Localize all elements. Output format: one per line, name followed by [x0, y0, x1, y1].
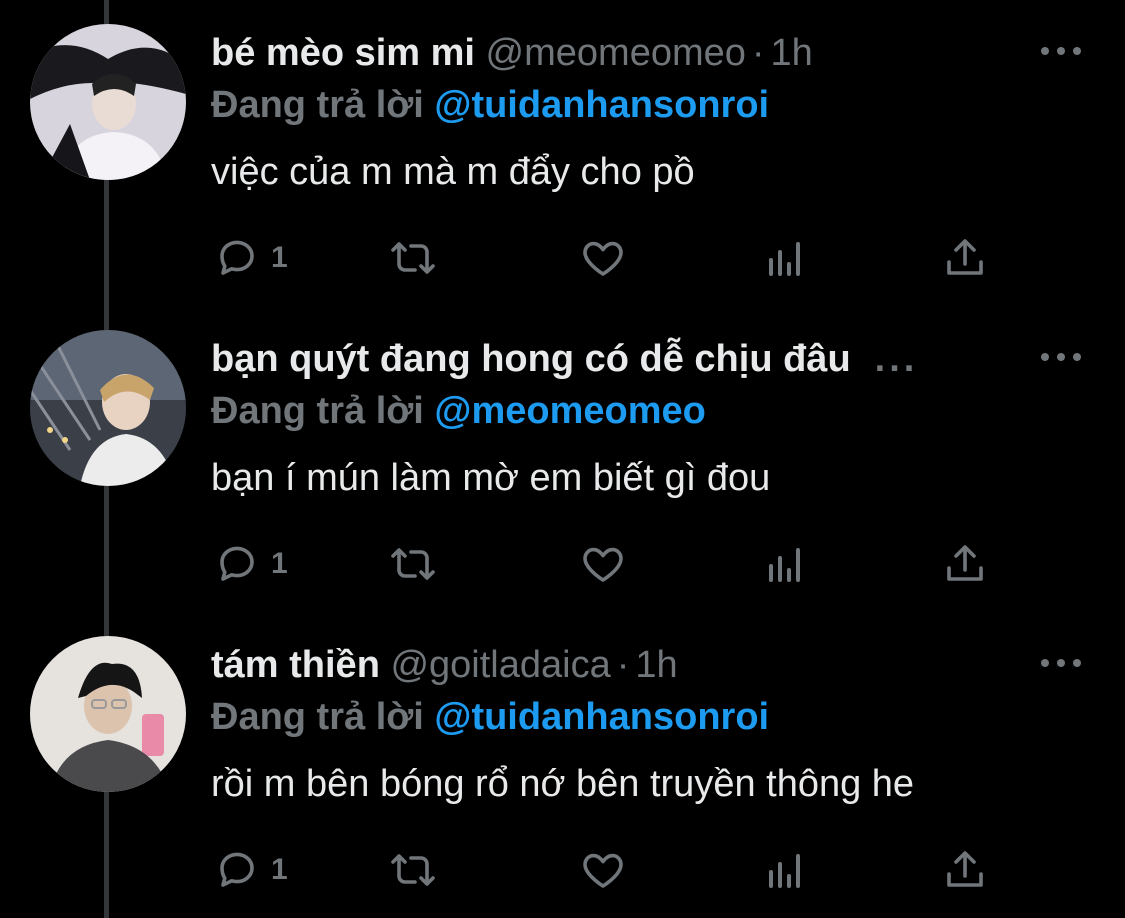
share-upload-icon [947, 239, 983, 275]
analytics-icon [769, 548, 800, 582]
tweet-header: bạn quýt đang hong có dễ chịu đâu... [211, 334, 1005, 384]
views-button[interactable] [761, 230, 809, 286]
replying-to-label: Đang trả lời [211, 696, 424, 738]
tweet-header: bé mèo sim mi @meomeomeo · 1h [211, 28, 1005, 78]
reply-button[interactable]: 1 [213, 230, 288, 286]
replying-to-label: Đang trả lời [211, 390, 424, 432]
display-name[interactable]: bạn quýt đang hong có dễ chịu đâu [211, 338, 851, 380]
reply-button[interactable]: 1 [213, 842, 288, 898]
replying-to-line: Đang trả lời @tuidanhansonroi [211, 692, 769, 742]
retweet-button[interactable] [389, 230, 437, 286]
analytics-icon [769, 242, 800, 276]
like-button[interactable] [579, 536, 627, 592]
mention-link[interactable]: @meomeomeo [434, 390, 705, 432]
share-button[interactable] [941, 230, 989, 286]
retweet-icon [391, 854, 435, 886]
like-button[interactable] [579, 230, 627, 286]
views-button[interactable] [761, 536, 809, 592]
tweet-text: việc của m mà m đẩy cho pồ [211, 151, 695, 193]
user-handle[interactable]: @meomeomeo [486, 32, 746, 74]
mention-link[interactable]: @tuidanhansonroi [434, 696, 769, 738]
retweet-button[interactable] [389, 536, 437, 592]
tweet[interactable]: bạn quýt đang hong có dễ chịu đâu... Đan… [0, 306, 1125, 612]
retweet-button[interactable] [389, 842, 437, 898]
reply-button[interactable]: 1 [213, 536, 288, 592]
more-options-button[interactable] [1041, 44, 1081, 58]
heart-icon [583, 547, 623, 582]
timestamp[interactable]: 1h [635, 644, 677, 686]
reply-bubble-icon [220, 240, 254, 275]
action-bar: 1 [211, 536, 1011, 596]
display-name[interactable]: bé mèo sim mi [211, 32, 475, 74]
share-upload-icon [947, 545, 983, 581]
share-button[interactable] [941, 536, 989, 592]
avatar[interactable] [30, 330, 186, 486]
share-button[interactable] [941, 842, 989, 898]
separator-dot: · [616, 644, 630, 686]
views-button[interactable] [761, 842, 809, 898]
retweet-icon [391, 548, 435, 580]
display-name[interactable]: tám thiền [211, 644, 380, 686]
reply-bubble-icon [220, 852, 254, 887]
tweet[interactable]: tám thiền @goitladaica · 1h Đang trả lời @… [0, 612, 1125, 918]
retweet-icon [391, 242, 435, 274]
mention-link[interactable]: @tuidanhansonroi [434, 84, 769, 126]
replying-to-line: Đang trả lời @meomeomeo [211, 386, 706, 436]
replying-to-label: Đang trả lời [211, 84, 424, 126]
tweet-text: bạn í mún làm mờ em biết gì đou [211, 457, 771, 499]
more-horizontal-icon [1041, 353, 1049, 361]
tweet-header: tám thiền @goitladaica · 1h [211, 640, 1005, 690]
share-upload-icon [947, 851, 983, 887]
heart-icon [583, 241, 623, 276]
action-bar: 1 [211, 230, 1011, 290]
more-options-button[interactable] [1041, 656, 1081, 670]
reply-count: 1 [271, 547, 288, 580]
avatar[interactable] [30, 636, 186, 792]
replying-to-line: Đang trả lời @tuidanhansonroi [211, 80, 769, 130]
separator-dot: · [751, 32, 765, 74]
analytics-icon [769, 854, 800, 888]
timestamp[interactable]: 1h [771, 32, 813, 74]
like-button[interactable] [579, 842, 627, 898]
more-horizontal-icon [1041, 47, 1049, 55]
reply-count: 1 [271, 241, 288, 274]
action-bar: 1 [211, 842, 1011, 902]
more-options-button[interactable] [1041, 350, 1081, 364]
avatar[interactable] [30, 24, 186, 180]
tweet[interactable]: bé mèo sim mi @meomeomeo · 1h Đang trả lời… [0, 0, 1125, 306]
truncation-ellipsis: ... [874, 338, 919, 380]
tweet-text: rồi m bên bóng rổ nớ bên truyền thông he [211, 763, 915, 805]
more-horizontal-icon [1041, 659, 1049, 667]
reply-count: 1 [271, 853, 288, 886]
heart-icon [583, 853, 623, 888]
reply-bubble-icon [220, 546, 254, 581]
user-handle[interactable]: @goitladaica [390, 644, 610, 686]
